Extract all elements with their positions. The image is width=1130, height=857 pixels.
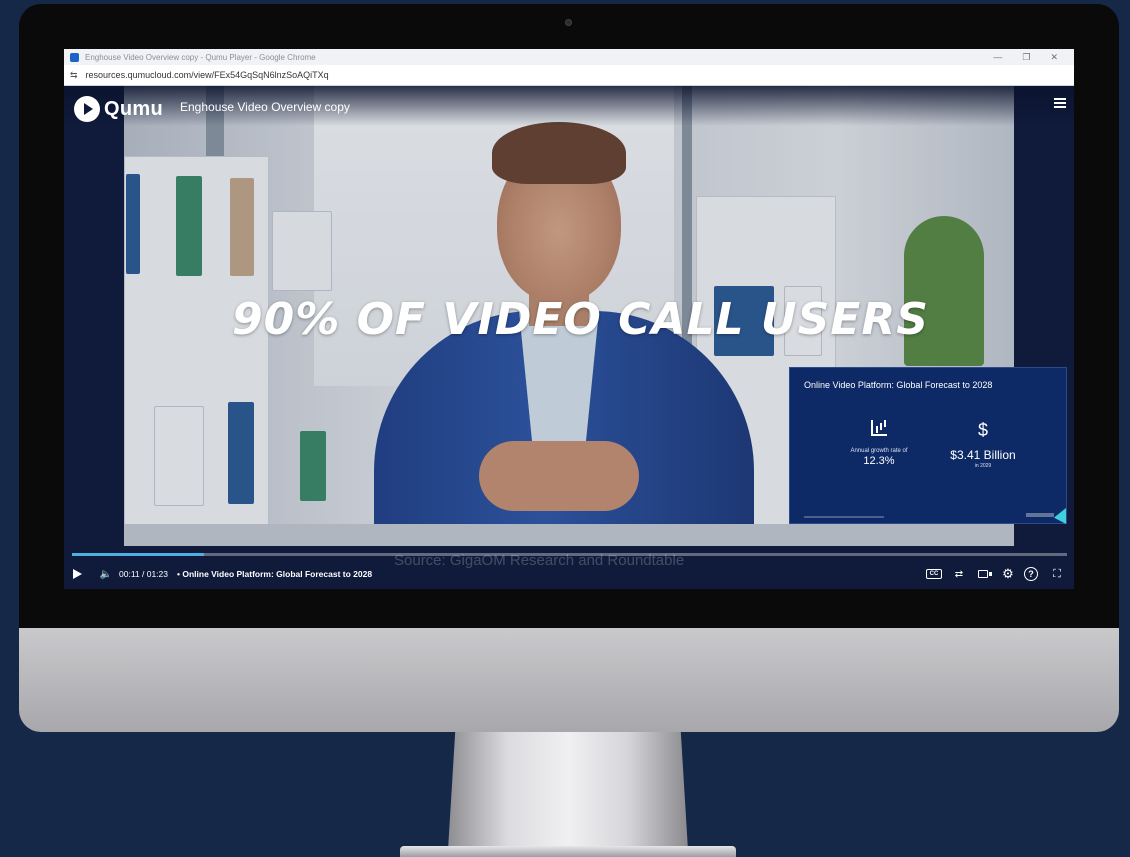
time-display: 00:11 / 01:23 [119, 569, 168, 579]
gear-icon[interactable]: ⚙ [1000, 566, 1016, 581]
growth-rate-value: 12.3% [863, 455, 895, 467]
market-size-value: $3.41 Billion [950, 448, 1016, 462]
closed-captions-icon[interactable]: CC [926, 569, 942, 579]
volume-icon[interactable]: 🔈 [98, 567, 114, 581]
help-icon[interactable]: ? [1024, 567, 1038, 581]
close-button[interactable]: ✕ [1050, 52, 1058, 63]
camera-icon [565, 19, 572, 26]
play-icon[interactable] [73, 567, 88, 581]
hamburger-menu-icon[interactable] [1054, 98, 1066, 108]
fullscreen-icon[interactable]: ⛶ [1050, 567, 1064, 581]
site-info-icon[interactable]: ⇆ [70, 70, 78, 81]
address-bar[interactable]: ⇆ resources.qumucloud.com/view/FEx54GqSq… [64, 65, 1074, 86]
video-overlay-headline: 90% OF VIDEO CALL USERS [232, 294, 929, 345]
enghouse-brand-mark [1026, 513, 1054, 517]
forecast-stat-card: Online Video Platform: Global Forecast t… [789, 367, 1067, 524]
qumu-favicon-icon [70, 52, 79, 62]
qumu-play-logo-icon [74, 96, 100, 122]
card-footnote [804, 516, 884, 518]
transcript-icon[interactable]: ⇄ [952, 567, 966, 581]
card-title: Online Video Platform: Global Forecast t… [804, 380, 993, 390]
market-size-year: in 2029 [974, 463, 992, 469]
growth-rate-label: Annual growth rate of [850, 448, 908, 454]
monitor-stand-base [400, 846, 736, 857]
logo-text: Qumu [104, 97, 163, 120]
progress-fill [72, 553, 205, 556]
video-player[interactable]: 90% OF VIDEO CALL USERS Source: GigaOM R… [64, 86, 1074, 589]
minimize-button[interactable]: — [993, 52, 1002, 63]
restore-button[interactable]: ❐ [1022, 52, 1030, 63]
window-title: Enghouse Video Overview copy - Qumu Play… [85, 52, 316, 62]
chapter-title: • Online Video Platform: Global Forecast… [177, 569, 372, 579]
qumu-logo[interactable]: Qumu [74, 96, 163, 122]
bar-chart-icon [824, 420, 934, 442]
monitor-stand [448, 732, 688, 850]
chevron-accent-icon [1054, 508, 1066, 524]
growth-rate-stat: Annual growth rate of 12.3% [824, 420, 934, 467]
market-size-stat: $ $3.41 Billion in 2029 [928, 420, 1038, 469]
browser-window: Enghouse Video Overview copy - Qumu Play… [64, 49, 1074, 589]
monitor-chin [19, 628, 1119, 732]
chapter-separator: • [177, 569, 180, 579]
video-title: Enghouse Video Overview copy [180, 100, 350, 114]
picture-in-picture-icon[interactable] [975, 567, 992, 581]
browser-titlebar: Enghouse Video Overview copy - Qumu Play… [64, 49, 1074, 65]
chapter-title-text: Online Video Platform: Global Forecast t… [182, 569, 373, 579]
window-controls: — ❐ ✕ [993, 52, 1058, 63]
dollar-icon: $ [977, 420, 988, 440]
player-topbar: Qumu Enghouse Video Overview copy [64, 86, 1074, 126]
url-text[interactable]: resources.qumucloud.com/view/FEx54GqSqN6… [86, 70, 329, 80]
progress-bar[interactable] [72, 553, 1067, 556]
player-controls: 🔈 00:11 / 01:23 • Online Video Platform:… [64, 563, 1074, 587]
